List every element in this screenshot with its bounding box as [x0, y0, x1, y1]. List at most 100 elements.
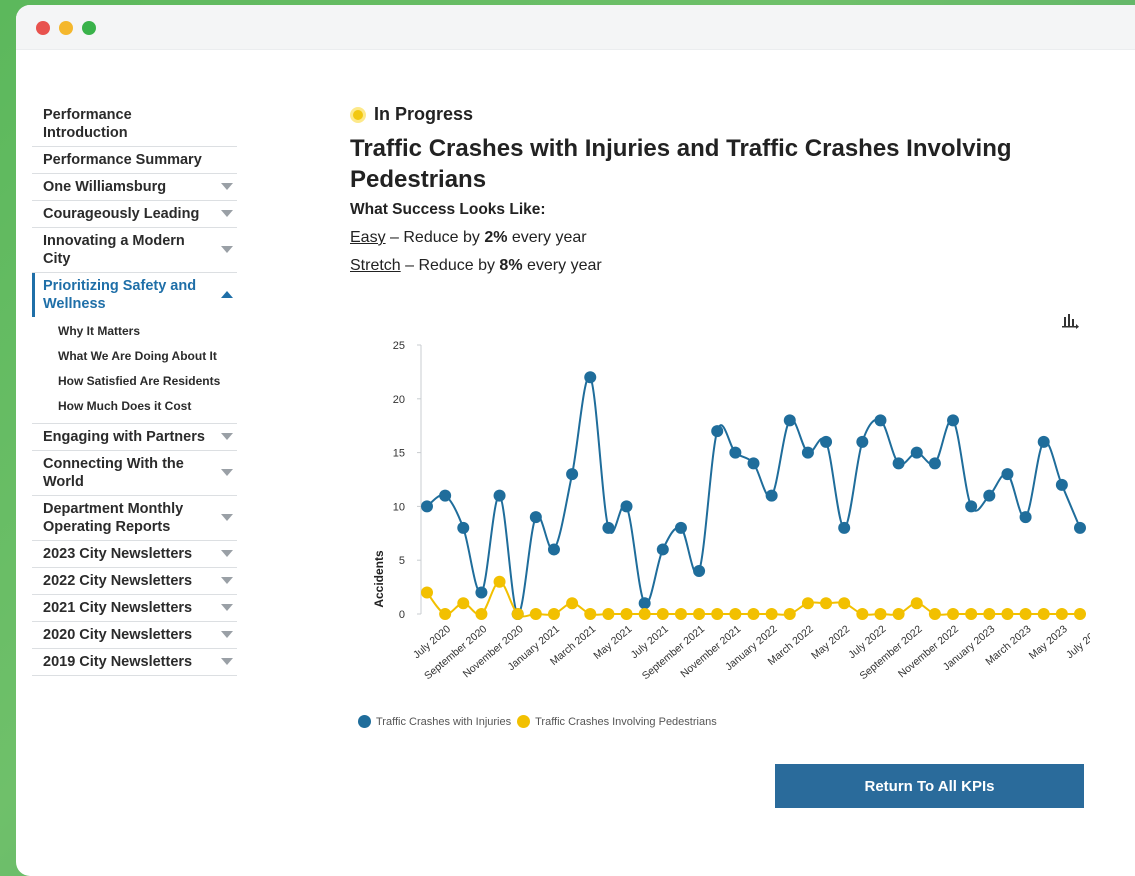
chevron-down-icon[interactable]: [221, 183, 233, 190]
x-tick-label: May 2023: [1027, 623, 1070, 662]
data-point: [439, 489, 452, 502]
in-progress-icon: [350, 106, 366, 123]
sidebar-item[interactable]: One Williamsburg: [32, 174, 237, 201]
data-point: [711, 425, 724, 438]
target-level: Easy: [350, 229, 386, 246]
chevron-down-icon[interactable]: [221, 469, 233, 476]
sidebar-item-label: Department Monthly Operating Reports: [43, 501, 184, 535]
data-point: [547, 608, 560, 620]
target-suffix: every year: [507, 229, 587, 246]
target-prefix: – Reduce by: [400, 257, 500, 274]
target-easy: Easy – Reduce by 2% every year: [350, 229, 1070, 247]
data-point: [856, 608, 869, 620]
sidebar-item-label: Prioritizing Safety and Wellness: [43, 278, 197, 312]
chevron-down-icon[interactable]: [221, 577, 233, 584]
sidebar-item[interactable]: Performance Summary: [32, 147, 237, 174]
sidebar-subitem[interactable]: How Much Does it Cost: [58, 394, 237, 419]
sidebar-item[interactable]: 2022 City Newsletters: [32, 568, 237, 595]
x-tick-label: September 2021: [640, 623, 707, 682]
y-tick-label: 0: [399, 609, 405, 621]
data-point: [874, 414, 887, 427]
chevron-down-icon[interactable]: [221, 604, 233, 611]
maximize-window-button[interactable]: [82, 21, 96, 35]
data-point: [928, 608, 941, 620]
chart-menu-icon[interactable]: [1062, 313, 1080, 329]
data-point: [1074, 521, 1086, 534]
sidebar-item[interactable]: 2019 City Newsletters: [32, 649, 237, 676]
data-point: [620, 608, 633, 620]
sidebar-item[interactable]: Engaging with Partners: [32, 424, 237, 451]
sidebar-item-label: One Williamsburg: [43, 179, 167, 195]
target-prefix: – Reduce by: [385, 229, 485, 246]
sidebar-item-label: Connecting With the World: [43, 456, 184, 490]
data-point: [947, 414, 960, 427]
sidebar-subitem[interactable]: How Satisfied Are Residents: [58, 369, 237, 394]
data-point: [493, 575, 506, 588]
sidebar-subitem[interactable]: What We Are Doing About It: [58, 344, 237, 369]
sidebar-item-label: Engaging with Partners: [43, 429, 205, 445]
data-point: [602, 608, 615, 620]
data-point: [493, 489, 506, 502]
sidebar-item-label: 2021 City Newsletters: [43, 600, 193, 616]
data-point: [729, 446, 742, 459]
sidebar-item[interactable]: Department Monthly Operating Reports: [32, 496, 237, 541]
data-point: [783, 608, 796, 620]
sidebar-item[interactable]: Prioritizing Safety and Wellness: [32, 273, 237, 317]
data-point: [638, 597, 651, 610]
data-point: [1001, 468, 1014, 481]
chevron-down-icon[interactable]: [221, 246, 233, 253]
data-point: [693, 564, 706, 577]
chevron-down-icon[interactable]: [221, 550, 233, 557]
sidebar-item[interactable]: Innovating a Modern City: [32, 228, 237, 273]
data-point: [693, 608, 706, 620]
sidebar-subnav: Why It Matters What We Are Doing About It…: [32, 317, 237, 424]
data-point: [856, 435, 869, 448]
legend-swatch: [517, 715, 531, 728]
series-line: [426, 375, 1081, 616]
data-point: [838, 521, 851, 534]
data-point: [947, 608, 960, 620]
chevron-up-icon[interactable]: [221, 291, 233, 298]
close-window-button[interactable]: [36, 21, 50, 35]
chevron-down-icon[interactable]: [221, 631, 233, 638]
data-point: [1001, 608, 1014, 620]
data-point: [421, 500, 433, 513]
data-point: [801, 446, 814, 459]
data-point: [711, 608, 724, 620]
sidebar-item[interactable]: 2021 City Newsletters: [32, 595, 237, 622]
data-point: [584, 608, 597, 620]
data-point: [584, 371, 597, 384]
return-to-all-kpis-button[interactable]: Return To All KPIs: [775, 764, 1084, 808]
sidebar-subitem[interactable]: Why It Matters: [58, 319, 237, 344]
minimize-window-button[interactable]: [59, 21, 73, 35]
chevron-down-icon[interactable]: [221, 658, 233, 665]
data-point: [1055, 608, 1068, 620]
data-point: [475, 608, 488, 620]
data-point: [457, 597, 470, 610]
sidebar-item[interactable]: 2023 City Newsletters: [32, 541, 237, 568]
data-point: [765, 608, 778, 620]
sidebar-item[interactable]: Courageously Leading: [32, 201, 237, 228]
data-point: [475, 586, 488, 599]
chevron-down-icon[interactable]: [221, 210, 233, 217]
data-point: [656, 543, 669, 556]
data-point: [529, 511, 542, 524]
chart-legend: Traffic Crashes with Injuries Traffic Cra…: [358, 715, 723, 728]
data-point: [1037, 435, 1050, 448]
sidebar-item[interactable]: Performance Introduction: [32, 102, 237, 147]
y-tick-label: 20: [393, 394, 405, 406]
chevron-down-icon[interactable]: [221, 514, 233, 521]
data-point: [838, 597, 851, 610]
data-point: [1055, 478, 1068, 491]
legend-item[interactable]: Traffic Crashes with Injuries: [358, 715, 511, 728]
legend-item[interactable]: Traffic Crashes Involving Pedestrians: [517, 715, 717, 728]
sidebar-item-label: 2019 City Newsletters: [43, 654, 193, 670]
data-point: [747, 457, 760, 470]
chevron-down-icon[interactable]: [221, 433, 233, 440]
sidebar-item[interactable]: 2020 City Newsletters: [32, 622, 237, 649]
kpi-content: In Progress Traffic Crashes with Injurie…: [350, 104, 1070, 285]
data-point: [892, 608, 905, 620]
target-level: Stretch: [350, 257, 401, 274]
sidebar-item[interactable]: Connecting With the World: [32, 451, 237, 496]
x-tick-label: September 2022: [857, 623, 924, 682]
